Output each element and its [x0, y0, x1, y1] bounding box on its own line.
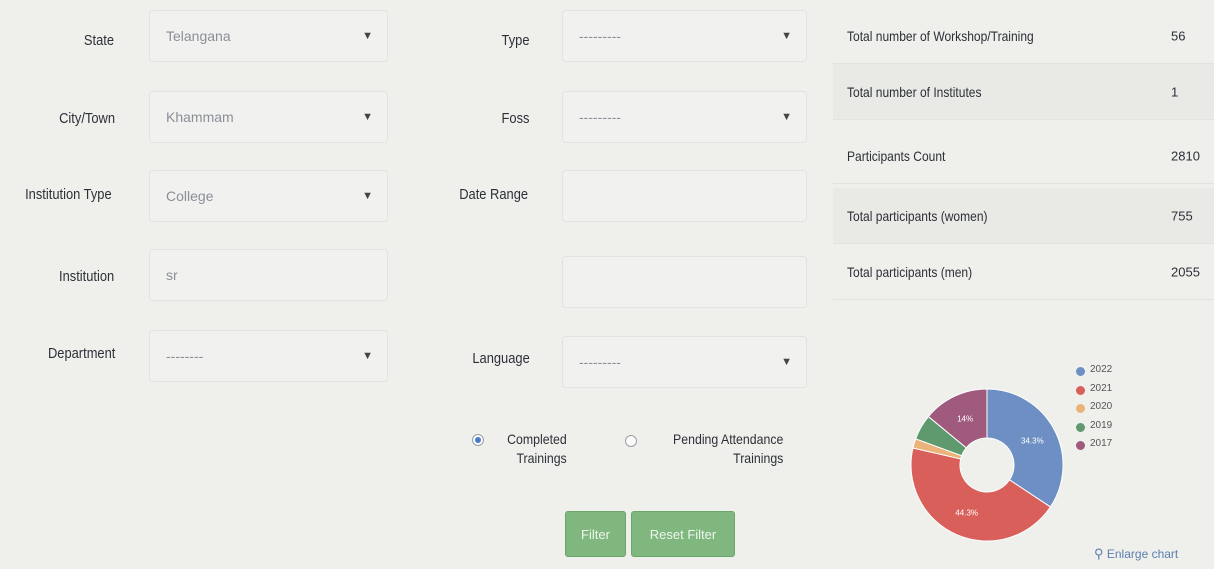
legend-swatch — [1076, 404, 1085, 413]
chevron-down-icon: ▼ — [781, 356, 792, 368]
stat-row-participants: Participants Count 2810 — [833, 128, 1214, 184]
pending-line1: Pending Attendance — [672, 431, 783, 447]
legend-label: 2019 — [1090, 419, 1113, 431]
pending-attendance-label[interactable]: Pending Attendance Trainings — [673, 430, 783, 468]
city-select[interactable]: Khammam ▼ — [149, 91, 388, 143]
legend-label: 2022 — [1090, 364, 1113, 375]
stat-row-men: Total participants (men) 2055 — [833, 244, 1214, 300]
stat-value: 2810 — [1171, 148, 1200, 163]
legend-label: 2017 — [1090, 438, 1113, 449]
state-label: State — [83, 32, 114, 49]
stat-row-institutes: Total number of Institutes 1 — [833, 64, 1214, 120]
type-select[interactable]: --------- ▼ — [562, 10, 807, 62]
filter-button[interactable]: Filter — [565, 511, 626, 557]
legend-swatch — [1076, 367, 1085, 376]
date-range-from-input[interactable] — [562, 170, 807, 222]
institution-type-select[interactable]: College ▼ — [149, 170, 388, 222]
legend-swatch — [1076, 441, 1085, 450]
language-label: Language — [472, 350, 530, 367]
institution-type-label: Institution Type — [25, 186, 112, 203]
participants-donut-chart: 34.3% 44.3% 14% — [910, 388, 1064, 542]
enlarge-chart-label: Enlarge chart — [1106, 547, 1179, 561]
department-label: Department — [47, 345, 115, 362]
stat-label: Total participants (men) — [847, 263, 973, 280]
department-select[interactable]: -------- ▼ — [149, 330, 388, 382]
stat-value: 56 — [1171, 28, 1186, 43]
pending-line2: Trainings — [732, 450, 783, 466]
donut-data-label: 44.3% — [955, 508, 978, 517]
stat-value: 2055 — [1171, 264, 1200, 279]
type-label: Type — [502, 32, 530, 49]
donut-data-label: 34.3% — [1021, 437, 1044, 446]
stats-table: Total number of Workshop/Training 56 Tot… — [833, 0, 1214, 302]
reset-filter-button[interactable]: Reset Filter — [631, 511, 735, 557]
stat-row-women: Total participants (women) 755 — [833, 188, 1214, 244]
legend-swatch — [1076, 385, 1085, 395]
chevron-down-icon: ▼ — [781, 111, 792, 123]
department-value: -------- — [166, 348, 204, 364]
completed-line2: Trainings — [516, 450, 567, 466]
chevron-down-icon: ▼ — [362, 111, 373, 123]
state-select[interactable]: Telangana ▼ — [149, 10, 388, 62]
date-range-label: Date Range — [459, 186, 528, 203]
completed-trainings-label[interactable]: Completed Trainings — [507, 430, 567, 468]
donut-data-label: 14% — [957, 414, 973, 423]
foss-select[interactable]: --------- ▼ — [562, 91, 807, 143]
institution-type-value: College — [166, 188, 214, 204]
legend-label: 2020 — [1090, 401, 1113, 412]
legend-label: 2021 — [1090, 382, 1113, 394]
stat-value: 1 — [1171, 84, 1179, 99]
language-select[interactable]: --------- ▼ — [562, 336, 807, 388]
foss-label: Foss — [502, 110, 530, 127]
completed-line1: Completed — [507, 431, 567, 447]
stat-label: Total participants (women) — [847, 207, 988, 224]
language-value: --------- — [579, 354, 621, 370]
institution-input[interactable]: sr — [149, 249, 388, 301]
institution-label: Institution — [58, 268, 114, 285]
enlarge-chart-link[interactable]: ⚲ Enlarge chart — [1094, 546, 1178, 562]
pending-attendance-radio[interactable] — [625, 435, 637, 447]
city-value: Khammam — [166, 109, 234, 125]
stat-label: Total number of Workshop/Training — [847, 27, 1034, 44]
chevron-down-icon: ▼ — [781, 30, 792, 42]
chevron-down-icon: ▼ — [362, 30, 373, 42]
chevron-down-icon: ▼ — [362, 190, 373, 202]
completed-trainings-radio[interactable] — [472, 434, 484, 446]
foss-value: --------- — [579, 109, 621, 125]
legend-swatch — [1076, 422, 1085, 432]
chevron-down-icon: ▼ — [362, 350, 373, 362]
stat-value: 755 — [1171, 208, 1193, 223]
city-label: City/Town — [59, 110, 115, 127]
institution-value: sr — [166, 267, 178, 283]
type-value: --------- — [579, 28, 621, 44]
state-value: Telangana — [166, 28, 231, 44]
date-range-to-input[interactable] — [562, 256, 807, 308]
stat-label: Total number of Institutes — [847, 83, 982, 100]
search-icon: ⚲ — [1094, 546, 1104, 561]
stat-row-workshops: Total number of Workshop/Training 56 — [833, 8, 1214, 64]
stat-label: Participants Count — [847, 147, 946, 164]
